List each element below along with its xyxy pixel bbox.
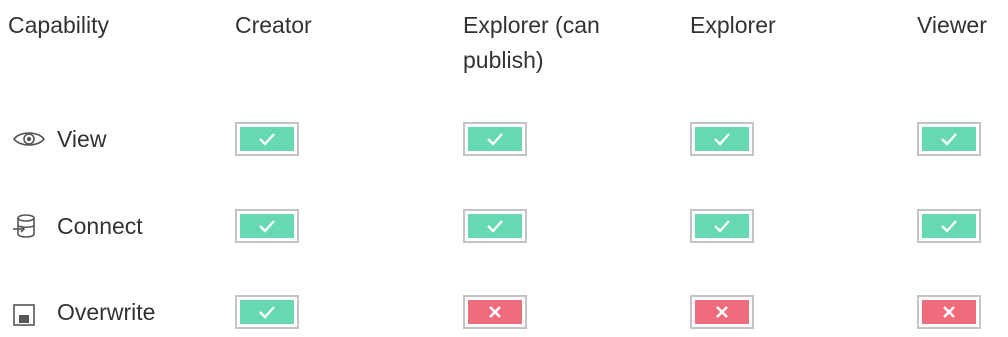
- check-icon: [487, 220, 503, 233]
- check-icon: [714, 133, 730, 146]
- permission-cell-view-explorer-publish: [463, 122, 527, 156]
- eye-icon: [12, 124, 46, 154]
- check-icon: [487, 133, 503, 146]
- permission-cell-overwrite-viewer: [917, 295, 981, 329]
- capability-row-overwrite: Overwrite: [12, 294, 155, 330]
- header-explorer-can-publish: Explorer (can publish): [463, 12, 600, 73]
- header-creator: Creator: [235, 12, 312, 38]
- capability-row-view: View: [12, 121, 106, 157]
- cross-icon: [943, 306, 955, 318]
- permission-cell-connect-explorer-publish: [463, 209, 527, 243]
- check-icon: [259, 306, 275, 319]
- cross-icon: [716, 306, 728, 318]
- capability-label: View: [57, 125, 107, 152]
- save-icon: [12, 297, 46, 327]
- cross-icon: [489, 306, 501, 318]
- check-icon: [941, 133, 957, 146]
- check-icon: [259, 133, 275, 146]
- permission-cell-view-viewer: [917, 122, 981, 156]
- header-explorer: Explorer: [690, 12, 776, 38]
- permission-cell-connect-explorer: [690, 209, 754, 243]
- check-icon: [259, 220, 275, 233]
- permission-cell-overwrite-explorer: [690, 295, 754, 329]
- database-connect-icon: [12, 211, 46, 241]
- check-icon: [714, 220, 730, 233]
- permission-cell-overwrite-creator: [235, 295, 299, 329]
- permission-cell-connect-creator: [235, 209, 299, 243]
- header-capability: Capability: [8, 12, 109, 38]
- capability-label: Connect: [57, 212, 143, 239]
- capability-label: Overwrite: [57, 298, 156, 325]
- capability-row-connect: Connect: [12, 208, 143, 244]
- header-viewer: Viewer: [917, 12, 987, 38]
- permission-cell-overwrite-explorer-publish: [463, 295, 527, 329]
- permission-cell-view-explorer: [690, 122, 754, 156]
- permission-cell-connect-viewer: [917, 209, 981, 243]
- check-icon: [941, 220, 957, 233]
- permission-cell-view-creator: [235, 122, 299, 156]
